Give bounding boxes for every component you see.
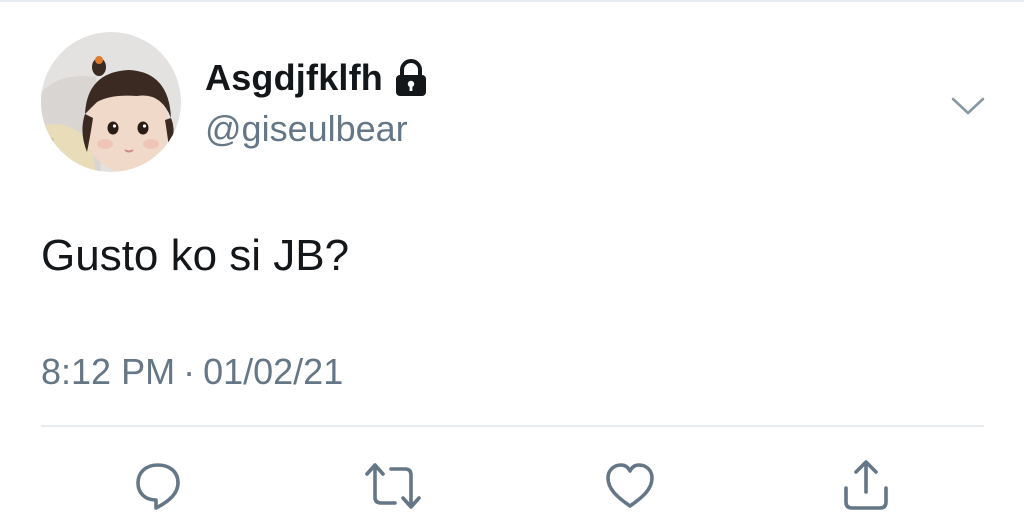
tweet-menu-button[interactable]: [948, 86, 988, 126]
like-button[interactable]: [600, 456, 660, 516]
lock-icon: [393, 59, 429, 97]
actions-divider: [41, 425, 984, 427]
display-name[interactable]: Asgdjfklfh: [205, 57, 383, 99]
user-handle[interactable]: @giseulbear: [205, 108, 408, 150]
heart-icon: [606, 463, 654, 508]
tweet-time: 8:12 PM: [41, 351, 176, 392]
tweet-date: 01/02/21: [203, 351, 344, 392]
share-button[interactable]: [836, 456, 896, 516]
tweet-timestamp[interactable]: 8:12 PM · 01/02/21: [41, 347, 343, 397]
retweet-button[interactable]: [363, 456, 423, 516]
comment-bubble-icon: [136, 463, 180, 510]
chevron-down-icon: [951, 97, 985, 115]
display-name-row: Asgdjfklfh: [205, 56, 429, 100]
avatar[interactable]: [41, 32, 181, 172]
avatar-photo: [41, 32, 181, 172]
timestamp-separator: ·: [183, 351, 196, 392]
reply-button[interactable]: [128, 456, 188, 516]
tweet-text: Gusto ko si JB?: [41, 231, 350, 280]
retweet-arrows-icon: [365, 463, 421, 509]
top-divider: [0, 0, 1024, 2]
share-upload-icon: [844, 460, 888, 510]
tweet-card: Asgdjfklfh @giseulbear Gusto ko si JB? 8…: [0, 0, 1024, 528]
